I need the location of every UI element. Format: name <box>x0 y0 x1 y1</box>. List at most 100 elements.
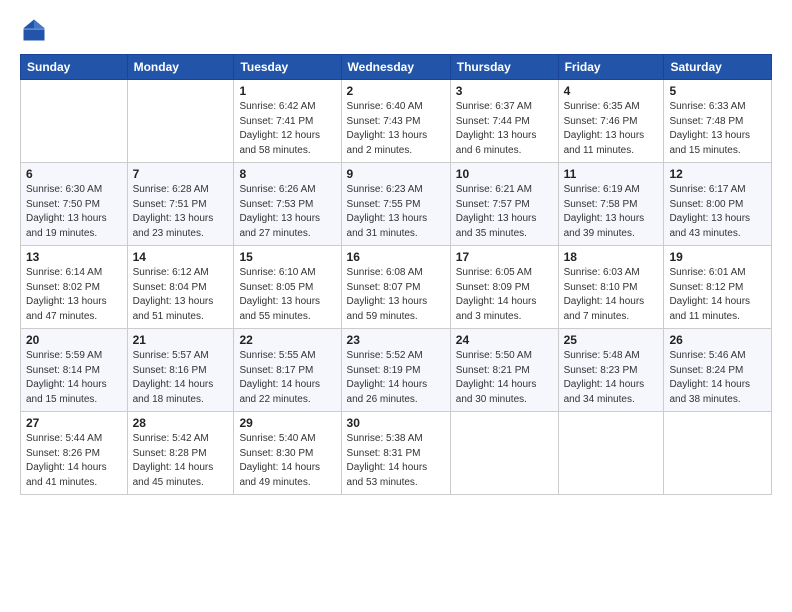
day-number: 12 <box>669 167 766 181</box>
day-number: 13 <box>26 250 122 264</box>
day-detail: Sunrise: 5:50 AM Sunset: 8:21 PM Dayligh… <box>456 349 553 407</box>
day-detail: Sunrise: 6:37 AM Sunset: 7:44 PM Dayligh… <box>456 100 553 158</box>
day-number: 1 <box>239 84 335 98</box>
calendar-cell: 5 Sunrise: 6:33 AM Sunset: 7:48 PM Daylig… <box>664 80 772 163</box>
day-number: 6 <box>26 167 122 181</box>
day-detail: Sunrise: 6:35 AM Sunset: 7:46 PM Dayligh… <box>564 100 659 158</box>
calendar-week-1: 1 Sunrise: 6:42 AM Sunset: 7:41 PM Daylig… <box>21 80 772 163</box>
calendar-cell: 24 Sunrise: 5:50 AM Sunset: 8:21 PM Dayli… <box>450 329 558 412</box>
day-detail: Sunrise: 5:44 AM Sunset: 8:26 PM Dayligh… <box>26 432 122 490</box>
day-detail: Sunrise: 6:40 AM Sunset: 7:43 PM Dayligh… <box>347 100 445 158</box>
calendar-cell: 12 Sunrise: 6:17 AM Sunset: 8:00 PM Dayli… <box>664 163 772 246</box>
day-detail: Sunrise: 5:52 AM Sunset: 8:19 PM Dayligh… <box>347 349 445 407</box>
calendar-header: SundayMondayTuesdayWednesdayThursdayFrid… <box>21 55 772 80</box>
day-detail: Sunrise: 6:42 AM Sunset: 7:41 PM Dayligh… <box>239 100 335 158</box>
weekday-header-friday: Friday <box>558 55 664 80</box>
calendar-cell: 1 Sunrise: 6:42 AM Sunset: 7:41 PM Daylig… <box>234 80 341 163</box>
day-detail: Sunrise: 6:26 AM Sunset: 7:53 PM Dayligh… <box>239 183 335 241</box>
day-number: 10 <box>456 167 553 181</box>
weekday-header-saturday: Saturday <box>664 55 772 80</box>
day-number: 2 <box>347 84 445 98</box>
day-detail: Sunrise: 6:21 AM Sunset: 7:57 PM Dayligh… <box>456 183 553 241</box>
calendar-cell: 20 Sunrise: 5:59 AM Sunset: 8:14 PM Dayli… <box>21 329 128 412</box>
calendar-cell: 26 Sunrise: 5:46 AM Sunset: 8:24 PM Dayli… <box>664 329 772 412</box>
weekday-header-tuesday: Tuesday <box>234 55 341 80</box>
page: SundayMondayTuesdayWednesdayThursdayFrid… <box>0 0 792 612</box>
day-detail: Sunrise: 6:12 AM Sunset: 8:04 PM Dayligh… <box>133 266 229 324</box>
calendar-cell: 15 Sunrise: 6:10 AM Sunset: 8:05 PM Dayli… <box>234 246 341 329</box>
day-detail: Sunrise: 5:38 AM Sunset: 8:31 PM Dayligh… <box>347 432 445 490</box>
day-number: 4 <box>564 84 659 98</box>
day-number: 19 <box>669 250 766 264</box>
day-detail: Sunrise: 5:57 AM Sunset: 8:16 PM Dayligh… <box>133 349 229 407</box>
calendar-cell <box>664 412 772 495</box>
day-number: 26 <box>669 333 766 347</box>
header <box>20 16 772 44</box>
day-detail: Sunrise: 6:33 AM Sunset: 7:48 PM Dayligh… <box>669 100 766 158</box>
day-detail: Sunrise: 6:01 AM Sunset: 8:12 PM Dayligh… <box>669 266 766 324</box>
day-number: 14 <box>133 250 229 264</box>
day-number: 24 <box>456 333 553 347</box>
day-number: 3 <box>456 84 553 98</box>
day-number: 15 <box>239 250 335 264</box>
calendar-cell: 3 Sunrise: 6:37 AM Sunset: 7:44 PM Daylig… <box>450 80 558 163</box>
day-detail: Sunrise: 6:19 AM Sunset: 7:58 PM Dayligh… <box>564 183 659 241</box>
day-number: 17 <box>456 250 553 264</box>
calendar-cell: 2 Sunrise: 6:40 AM Sunset: 7:43 PM Daylig… <box>341 80 450 163</box>
calendar-week-4: 20 Sunrise: 5:59 AM Sunset: 8:14 PM Dayli… <box>21 329 772 412</box>
day-number: 9 <box>347 167 445 181</box>
day-number: 30 <box>347 416 445 430</box>
day-detail: Sunrise: 5:40 AM Sunset: 8:30 PM Dayligh… <box>239 432 335 490</box>
calendar-cell: 6 Sunrise: 6:30 AM Sunset: 7:50 PM Daylig… <box>21 163 128 246</box>
day-number: 27 <box>26 416 122 430</box>
calendar-cell: 4 Sunrise: 6:35 AM Sunset: 7:46 PM Daylig… <box>558 80 664 163</box>
weekday-header-sunday: Sunday <box>21 55 128 80</box>
calendar-cell <box>450 412 558 495</box>
day-number: 20 <box>26 333 122 347</box>
calendar-cell: 22 Sunrise: 5:55 AM Sunset: 8:17 PM Dayli… <box>234 329 341 412</box>
day-detail: Sunrise: 6:17 AM Sunset: 8:00 PM Dayligh… <box>669 183 766 241</box>
day-number: 8 <box>239 167 335 181</box>
day-number: 7 <box>133 167 229 181</box>
day-number: 16 <box>347 250 445 264</box>
day-detail: Sunrise: 6:23 AM Sunset: 7:55 PM Dayligh… <box>347 183 445 241</box>
calendar-cell <box>558 412 664 495</box>
day-number: 5 <box>669 84 766 98</box>
weekday-header-monday: Monday <box>127 55 234 80</box>
calendar-cell: 27 Sunrise: 5:44 AM Sunset: 8:26 PM Dayli… <box>21 412 128 495</box>
day-detail: Sunrise: 5:48 AM Sunset: 8:23 PM Dayligh… <box>564 349 659 407</box>
day-detail: Sunrise: 5:46 AM Sunset: 8:24 PM Dayligh… <box>669 349 766 407</box>
day-number: 18 <box>564 250 659 264</box>
calendar-table: SundayMondayTuesdayWednesdayThursdayFrid… <box>20 54 772 495</box>
calendar-week-3: 13Sunrise: 6:14 AM Sunset: 8:02 PM Dayli… <box>21 246 772 329</box>
calendar-cell: 19 Sunrise: 6:01 AM Sunset: 8:12 PM Dayli… <box>664 246 772 329</box>
day-detail: Sunrise: 5:55 AM Sunset: 8:17 PM Dayligh… <box>239 349 335 407</box>
day-number: 25 <box>564 333 659 347</box>
day-detail: Sunrise: 6:10 AM Sunset: 8:05 PM Dayligh… <box>239 266 335 324</box>
day-number: 22 <box>239 333 335 347</box>
calendar-cell: 23Sunrise: 5:52 AM Sunset: 8:19 PM Dayli… <box>341 329 450 412</box>
calendar-cell: 21 Sunrise: 5:57 AM Sunset: 8:16 PM Dayli… <box>127 329 234 412</box>
calendar-cell: 29Sunrise: 5:40 AM Sunset: 8:30 PM Dayli… <box>234 412 341 495</box>
calendar-cell: 18 Sunrise: 6:03 AM Sunset: 8:10 PM Dayli… <box>558 246 664 329</box>
weekday-header-thursday: Thursday <box>450 55 558 80</box>
calendar-cell <box>21 80 128 163</box>
calendar-cell <box>127 80 234 163</box>
day-detail: Sunrise: 5:42 AM Sunset: 8:28 PM Dayligh… <box>133 432 229 490</box>
day-detail: Sunrise: 6:30 AM Sunset: 7:50 PM Dayligh… <box>26 183 122 241</box>
calendar-cell: 9 Sunrise: 6:23 AM Sunset: 7:55 PM Daylig… <box>341 163 450 246</box>
calendar-week-2: 6 Sunrise: 6:30 AM Sunset: 7:50 PM Daylig… <box>21 163 772 246</box>
day-detail: Sunrise: 6:05 AM Sunset: 8:09 PM Dayligh… <box>456 266 553 324</box>
calendar-cell: 10 Sunrise: 6:21 AM Sunset: 7:57 PM Dayli… <box>450 163 558 246</box>
logo-icon <box>20 16 48 44</box>
calendar-week-5: 27 Sunrise: 5:44 AM Sunset: 8:26 PM Dayli… <box>21 412 772 495</box>
day-detail: Sunrise: 5:59 AM Sunset: 8:14 PM Dayligh… <box>26 349 122 407</box>
day-number: 21 <box>133 333 229 347</box>
calendar-cell: 17 Sunrise: 6:05 AM Sunset: 8:09 PM Dayli… <box>450 246 558 329</box>
day-number: 28 <box>133 416 229 430</box>
calendar-cell: 28 Sunrise: 5:42 AM Sunset: 8:28 PM Dayli… <box>127 412 234 495</box>
day-detail: Sunrise: 6:03 AM Sunset: 8:10 PM Dayligh… <box>564 266 659 324</box>
day-detail: Sunrise: 6:08 AM Sunset: 8:07 PM Dayligh… <box>347 266 445 324</box>
day-number: 11 <box>564 167 659 181</box>
calendar-cell: 7Sunrise: 6:28 AM Sunset: 7:51 PM Daylig… <box>127 163 234 246</box>
